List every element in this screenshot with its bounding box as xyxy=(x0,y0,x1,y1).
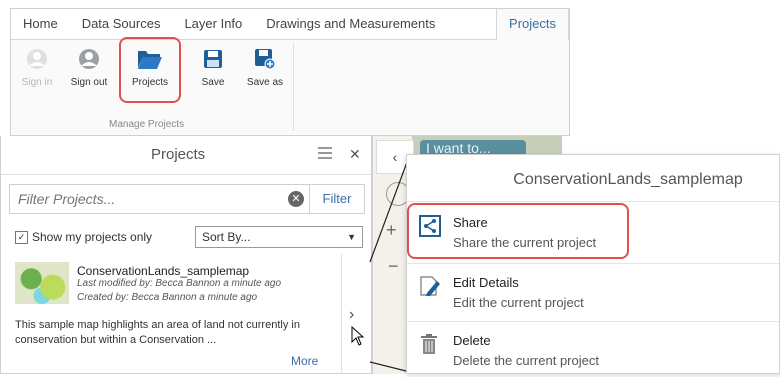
checkbox-label: Show my projects only xyxy=(32,230,153,244)
delete-description: Delete the current project xyxy=(453,353,599,368)
projects-button[interactable]: Projects xyxy=(119,37,181,103)
close-icon[interactable]: ✕ xyxy=(349,146,361,163)
filter-projects-input[interactable] xyxy=(10,185,286,213)
clear-icon[interactable]: ✕ xyxy=(288,191,304,207)
folder-open-icon xyxy=(121,45,179,73)
ribbon-toolbar: Home Data Sources Layer Info Drawings an… xyxy=(10,8,570,136)
save-label: Save xyxy=(201,77,225,88)
sign-out-button[interactable]: Sign out xyxy=(65,45,113,101)
show-my-projects-toggle[interactable]: ✓ Show my projects only xyxy=(15,230,152,244)
save-button[interactable]: Save xyxy=(189,45,237,101)
group-divider xyxy=(293,43,294,131)
project-title: ConservationLands_samplemap xyxy=(77,264,250,278)
tab-home[interactable]: Home xyxy=(11,9,70,39)
checkbox-checked-icon[interactable]: ✓ xyxy=(15,230,28,244)
sort-label: Sort By... xyxy=(202,230,251,244)
menu-item-delete[interactable]: Delete Delete the current project xyxy=(407,325,779,377)
sign-in-button[interactable]: Sign in xyxy=(13,45,61,101)
tab-layer-info[interactable]: Layer Info xyxy=(172,9,254,39)
menu-divider xyxy=(407,321,779,322)
tab-data-sources[interactable]: Data Sources xyxy=(70,9,173,39)
edit-details-title: Edit Details xyxy=(453,275,519,290)
trash-icon xyxy=(419,333,443,357)
project-thumbnail xyxy=(15,262,69,304)
more-link[interactable]: More xyxy=(291,354,318,368)
edit-details-description: Edit the current project xyxy=(453,295,584,310)
project-list-item[interactable]: ConservationLands_samplemap Last modifie… xyxy=(1,254,341,374)
user-icon xyxy=(13,45,61,73)
sort-select[interactable]: Sort By... ▼ xyxy=(195,226,363,248)
projects-panel: Projects ✕ ✕ Filter ✓ Show my projects o… xyxy=(0,136,372,374)
ribbon-tabs: Home Data Sources Layer Info Drawings an… xyxy=(11,9,569,40)
menu-title: ConservationLands_samplemap xyxy=(513,171,743,188)
delete-title: Delete xyxy=(453,333,491,348)
list-menu-icon[interactable] xyxy=(317,146,333,163)
sign-in-label: Sign in xyxy=(21,77,53,88)
floppy-disk-icon xyxy=(189,45,237,73)
chevron-right-icon[interactable]: › xyxy=(349,306,354,324)
project-context-menu: ConservationLands_samplemap Share Share … xyxy=(406,154,780,374)
panel-header: Projects ✕ xyxy=(1,136,371,175)
caret-down-icon: ▼ xyxy=(347,232,356,242)
menu-divider xyxy=(407,201,779,202)
project-description: This sample map highlights an area of la… xyxy=(15,319,300,346)
panel-title: Projects xyxy=(151,146,206,163)
filter-button[interactable]: Filter xyxy=(309,185,364,213)
share-highlight xyxy=(407,203,629,259)
floppy-disk-plus-icon xyxy=(241,45,289,73)
project-search: ✕ Filter xyxy=(9,184,365,214)
manage-projects-group-label: Manage Projects xyxy=(109,119,185,130)
save-as-label: Save as xyxy=(246,77,284,88)
tab-projects[interactable]: Projects xyxy=(496,9,569,40)
sign-out-label: Sign out xyxy=(70,77,108,88)
menu-divider xyxy=(407,263,779,264)
project-modified: Last modified by: Becca Bannon a minute … xyxy=(77,278,282,289)
tab-drawings-measurements[interactable]: Drawings and Measurements xyxy=(254,9,447,39)
menu-item-edit-details[interactable]: Edit Details Edit the current project xyxy=(407,267,779,319)
edit-icon xyxy=(419,275,443,299)
item-divider xyxy=(341,254,342,374)
save-as-button[interactable]: Save as xyxy=(241,45,289,101)
user-icon xyxy=(65,45,113,73)
projects-label: Projects xyxy=(131,77,169,88)
project-created: Created by: Becca Bannon a minute ago xyxy=(77,292,258,303)
